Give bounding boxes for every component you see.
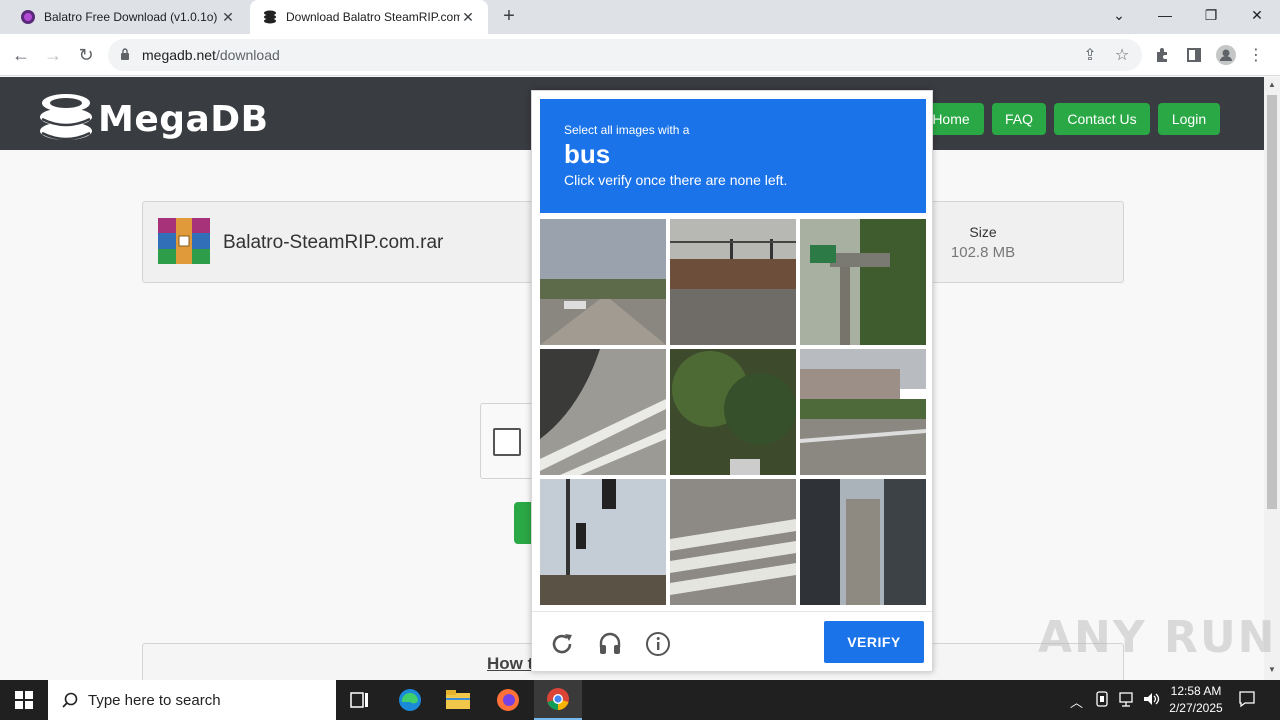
captcha-prompt-target: bus — [564, 139, 611, 169]
back-arrow-icon[interactable]: ← — [8, 42, 34, 68]
address-bar[interactable]: megadb.net/download — [108, 39, 1142, 71]
captcha-prompt-panel: Select all images with a bus Click verif… — [540, 99, 926, 213]
tab-title: Download Balatro SteamRIP.com — [286, 10, 460, 24]
lock-icon — [120, 47, 134, 63]
browser-tab-balatro[interactable]: Balatro Free Download (v1.0.1o) ✕ — [8, 0, 248, 34]
task-view-icon[interactable] — [336, 680, 384, 720]
url-path: /download — [215, 47, 280, 63]
captcha-tile-1[interactable] — [540, 219, 666, 345]
info-icon[interactable] — [642, 628, 674, 660]
profile-avatar-icon[interactable] — [1214, 43, 1238, 67]
captcha-challenge-dialog: Select all images with a bus Click verif… — [531, 90, 933, 672]
winrar-file-icon — [158, 218, 210, 269]
captcha-tile-3[interactable] — [800, 219, 926, 345]
file-explorer-icon[interactable] — [434, 680, 482, 720]
windows-taskbar: Type here to search ︿ 12:58 AM 2/27/2025 — [0, 680, 1280, 720]
scroll-down-icon[interactable]: ▼ — [1268, 665, 1276, 674]
taskbar-search-box[interactable]: Type here to search — [48, 680, 336, 720]
network-icon[interactable] — [1118, 690, 1136, 713]
file-size-value: 102.8 MB — [950, 244, 1016, 261]
site-favicon-icon — [20, 9, 36, 25]
captcha-prompt-instruction: Click verify once there are none left. — [564, 172, 788, 188]
notification-center-icon[interactable] — [1238, 690, 1256, 713]
site-logo-text[interactable]: MegaDB — [98, 99, 269, 140]
chrome-icon[interactable] — [534, 680, 582, 720]
scroll-up-icon[interactable]: ▲ — [1268, 80, 1276, 89]
megadb-logo-icon[interactable] — [38, 89, 94, 150]
taskbar-search-placeholder: Type here to search — [88, 691, 221, 709]
search-icon — [62, 692, 78, 708]
how-to-link[interactable]: How t — [487, 654, 533, 674]
nav-faq-button[interactable]: FAQ — [992, 103, 1046, 135]
tab-close-icon[interactable]: ✕ — [220, 9, 236, 26]
tab-close-icon[interactable]: ✕ — [460, 9, 476, 26]
forward-arrow-icon[interactable]: → — [40, 42, 66, 68]
page-scrollbar[interactable]: ▲ ▼ — [1264, 77, 1280, 680]
captcha-footer-divider — [532, 611, 932, 612]
reload-icon[interactable]: ↻ — [73, 42, 99, 68]
side-panel-icon[interactable] — [1182, 43, 1206, 67]
restore-button[interactable]: ❐ — [1188, 0, 1234, 30]
refresh-icon[interactable] — [546, 628, 578, 660]
minimize-button[interactable]: — — [1142, 0, 1188, 30]
extensions-puzzle-icon[interactable] — [1150, 43, 1174, 67]
taskbar-clock[interactable]: 12:58 AM 2/27/2025 — [1164, 683, 1228, 717]
clock-time: 12:58 AM — [1170, 684, 1222, 698]
anyrun-watermark: ANY RUN — [1038, 612, 1277, 663]
windows-start-icon[interactable] — [0, 680, 48, 720]
captcha-tile-6[interactable] — [800, 349, 926, 475]
scrollbar-thumb[interactable] — [1267, 95, 1277, 509]
share-icon[interactable]: ⇪ — [1078, 43, 1102, 67]
browser-tab-strip: Balatro Free Download (v1.0.1o) ✕ Downlo… — [0, 0, 1280, 34]
verify-button[interactable]: VERIFY — [824, 621, 924, 663]
captcha-tile-4[interactable] — [540, 349, 666, 475]
captcha-tile-8[interactable] — [670, 479, 796, 605]
file-size-label: Size — [969, 224, 997, 240]
captcha-checkbox[interactable] — [493, 428, 521, 456]
tab-search-chevron-icon[interactable]: ⌄ — [1096, 0, 1142, 30]
captcha-tile-7[interactable] — [540, 479, 666, 605]
url-host: megadb.net — [142, 47, 216, 63]
close-window-button[interactable]: ✕ — [1234, 0, 1280, 30]
nav-contact-button[interactable]: Contact Us — [1054, 103, 1150, 135]
browser-tab-megadb[interactable]: Download Balatro SteamRIP.com ✕ — [250, 0, 488, 34]
captcha-tile-9[interactable] — [800, 479, 926, 605]
megadb-favicon-icon — [262, 9, 278, 25]
audio-headphones-icon[interactable] — [594, 628, 626, 660]
firefox-icon[interactable] — [484, 680, 532, 720]
edge-browser-icon[interactable] — [386, 680, 434, 720]
new-tab-button[interactable]: + — [498, 6, 520, 28]
tray-device-icon[interactable] — [1094, 690, 1110, 713]
captcha-tile-2[interactable] — [670, 219, 796, 345]
nav-login-button[interactable]: Login — [1158, 103, 1220, 135]
clock-date: 2/27/2025 — [1169, 701, 1223, 715]
file-name: Balatro-SteamRIP.com.rar — [223, 232, 444, 253]
tab-title: Balatro Free Download (v1.0.1o) — [44, 10, 218, 24]
volume-icon[interactable] — [1142, 690, 1160, 713]
browser-toolbar: ← → ↻ megadb.net/download ⇪ ☆ ⋮ — [0, 34, 1280, 76]
bookmark-star-icon[interactable]: ☆ — [1110, 43, 1134, 67]
captcha-tile-5[interactable] — [670, 349, 796, 475]
tray-chevron-icon[interactable]: ︿ — [1070, 692, 1083, 711]
chrome-menu-icon[interactable]: ⋮ — [1244, 43, 1268, 67]
captcha-prompt-intro: Select all images with a — [564, 123, 690, 137]
